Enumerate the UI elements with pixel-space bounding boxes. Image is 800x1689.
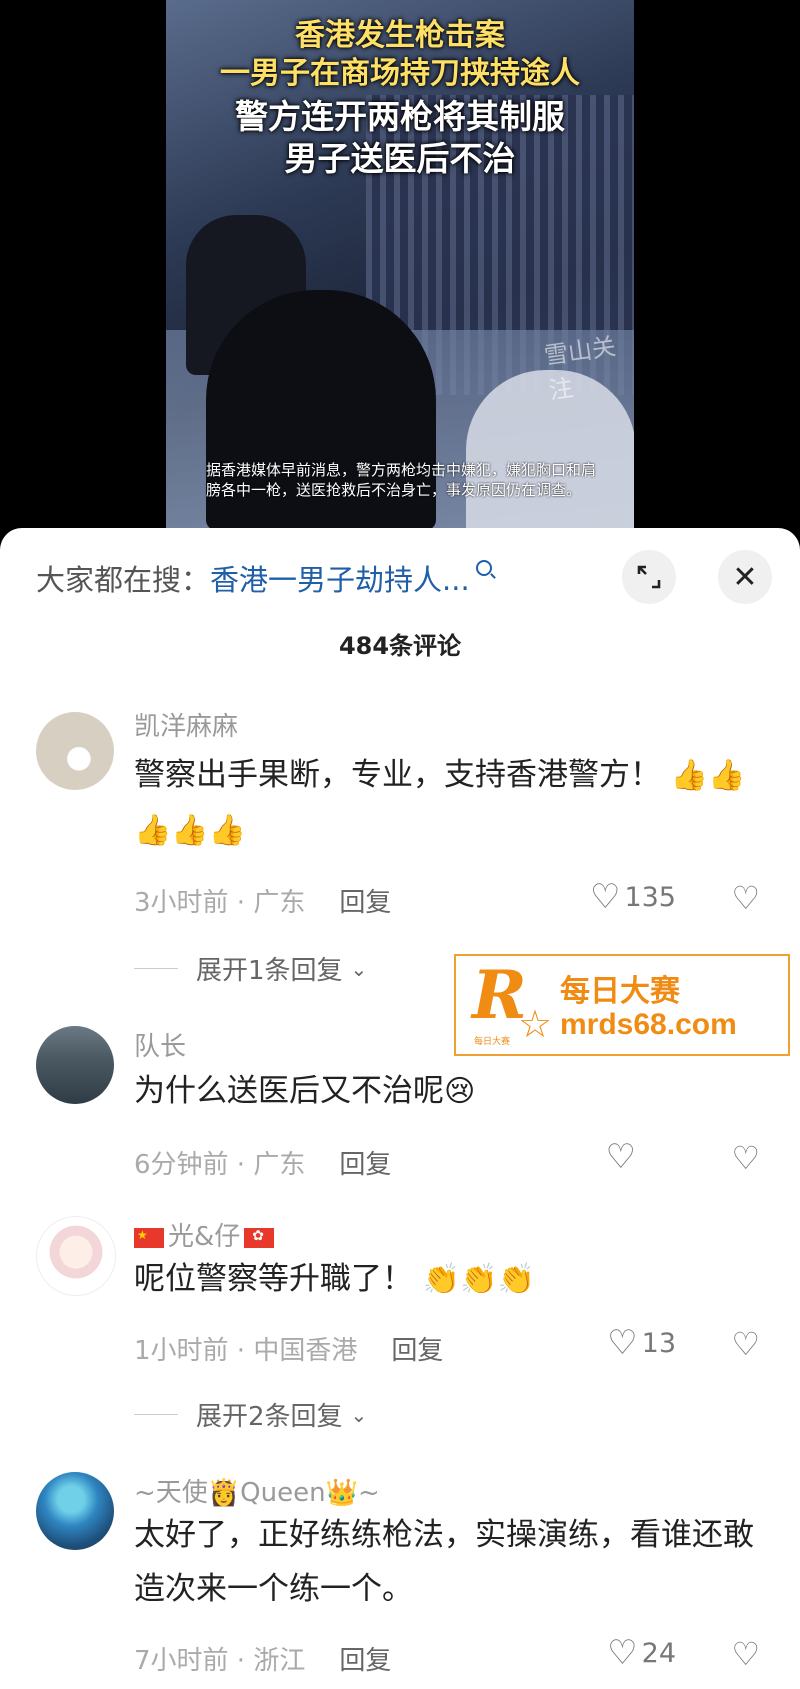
reply-button[interactable]: 回复: [339, 1150, 391, 1180]
star-icon: ☆: [518, 1002, 553, 1046]
comment-meta: 7小时前 · 浙江 回复: [134, 1640, 391, 1677]
search-icon[interactable]: [475, 560, 492, 576]
video-watermark: 雪山关注: [542, 332, 618, 405]
close-button[interactable]: ✕: [718, 550, 772, 604]
heart-icon: ♡: [589, 877, 621, 917]
comment-emoji: 👏👏👏: [422, 1262, 535, 1297]
trending-search-term[interactable]: 香港一男子劫持人...: [210, 557, 470, 599]
like-button[interactable]: ♡ 24: [607, 1636, 676, 1670]
heart-icon: ♡: [605, 1137, 636, 1177]
comment-meta: 6分钟前 · 广东 回复: [134, 1144, 391, 1181]
expand-icon: [637, 565, 661, 589]
comment-text: 呢位警察等升職了！ 👏👏👏: [134, 1252, 754, 1307]
like-button[interactable]: ♡ 135: [590, 880, 676, 914]
comment-body: 太好了，正好练练枪法，实操演练，看谁还敢造次来一个练一个。: [134, 1517, 754, 1607]
comment-meta: 3小时前 · 广东 回复: [134, 882, 391, 919]
expand-replies-label: 展开1条回复: [196, 956, 343, 986]
comment-body: 呢位警察等升職了！: [134, 1261, 413, 1297]
comment-username[interactable]: 光&仔: [134, 1216, 275, 1253]
video-caption: 据香港媒体早前消息，警方两枪均击中嫌犯，嫌犯胸口和肩膀各中一枪，送医抢救后不治身…: [206, 461, 597, 499]
dislike-icon[interactable]: ♡: [731, 882, 760, 914]
comment-meta: 1小时前 · 中国香港 回复: [134, 1330, 443, 1367]
expand-replies-label: 展开2条回复: [196, 1402, 343, 1432]
expand-replies-button[interactable]: 展开2条回复 ⌄: [134, 1396, 367, 1433]
expand-button[interactable]: [622, 550, 676, 604]
ad-title: 每日大赛: [560, 974, 680, 1009]
trending-search-row[interactable]: 大家都在搜： 香港一男子劫持人...: [36, 558, 492, 598]
reply-button[interactable]: 回复: [339, 888, 391, 918]
video-headline-line4: 男子送医后不治: [284, 139, 516, 178]
comment-time-location: 6分钟前 · 广东: [134, 1150, 306, 1180]
dislike-icon[interactable]: ♡: [731, 1142, 760, 1174]
hongkong-flag-icon: [244, 1227, 275, 1248]
video-headline-line3: 警方连开两枪将其制服: [235, 97, 565, 136]
expand-replies-button[interactable]: 展开1条回复 ⌄: [134, 950, 367, 987]
close-icon: ✕: [732, 559, 758, 595]
comment-time-location: 3小时前 · 广东: [134, 888, 306, 918]
avatar[interactable]: [36, 1026, 114, 1104]
like-button[interactable]: ♡ 13: [607, 1326, 676, 1360]
heart-icon: ♡: [607, 1323, 638, 1363]
comment-text: 为什么送医后又不治呢😢: [134, 1064, 754, 1119]
heart-icon: ♡: [607, 1633, 638, 1673]
chevron-down-icon: ⌄: [350, 956, 368, 981]
comment-username[interactable]: ~天使👸Queen👑~: [134, 1472, 380, 1509]
comment-text: 太好了，正好练练枪法，实操演练，看谁还敢造次来一个练一个。: [134, 1508, 754, 1616]
dislike-icon[interactable]: ♡: [731, 1638, 760, 1670]
comment-body: 为什么送医后又不治呢: [134, 1073, 444, 1109]
dislike-icon[interactable]: ♡: [731, 1328, 760, 1360]
comment-text: 警察出手果断，专业，支持香港警方！ 👍👍👍👍👍: [134, 748, 754, 858]
comment-count: 484条评论: [338, 632, 462, 660]
comment-body: 警察出手果断，专业，支持香港警方！: [134, 757, 661, 793]
avatar[interactable]: [36, 1472, 114, 1550]
avatar[interactable]: [36, 712, 114, 790]
ad-domain: mrds68.com: [560, 1008, 737, 1041]
trending-search-prefix: 大家都在搜：: [36, 563, 211, 597]
reply-button[interactable]: 回复: [339, 1646, 391, 1676]
comment-emoji: 😢: [444, 1074, 476, 1109]
chevron-down-icon: ⌄: [350, 1402, 368, 1427]
reply-button[interactable]: 回复: [391, 1336, 443, 1366]
video-headline-line2: 一男子在商场持刀挟持途人: [220, 56, 580, 91]
video-player[interactable]: 香港发生枪击案 一男子在商场持刀挟持途人 警方连开两枪将其制服 男子送医后不治 …: [0, 0, 800, 540]
like-button[interactable]: ♡: [606, 1140, 640, 1174]
comment-username[interactable]: 凯洋麻麻: [134, 706, 238, 743]
like-count: 24: [641, 1637, 676, 1669]
ad-logo-small: 每日大赛: [474, 1037, 511, 1047]
video-frame[interactable]: 香港发生枪击案 一男子在商场持刀挟持途人 警方连开两枪将其制服 男子送医后不治 …: [166, 0, 634, 528]
avatar[interactable]: [36, 1216, 116, 1296]
like-count: 135: [624, 881, 676, 913]
ad-banner[interactable]: R ☆ 每日大赛 每日大赛 mrds68.com: [454, 954, 790, 1056]
divider: [134, 968, 178, 969]
divider: [134, 1414, 178, 1415]
like-count: 13: [641, 1327, 676, 1359]
china-flag-icon: [134, 1227, 164, 1248]
comment-username[interactable]: 队长: [134, 1026, 186, 1063]
comment-username-text: 光&仔: [168, 1222, 241, 1252]
comment-time-location: 7小时前 · 浙江: [134, 1646, 306, 1676]
comment-time-location: 1小时前 · 中国香港: [134, 1336, 358, 1366]
